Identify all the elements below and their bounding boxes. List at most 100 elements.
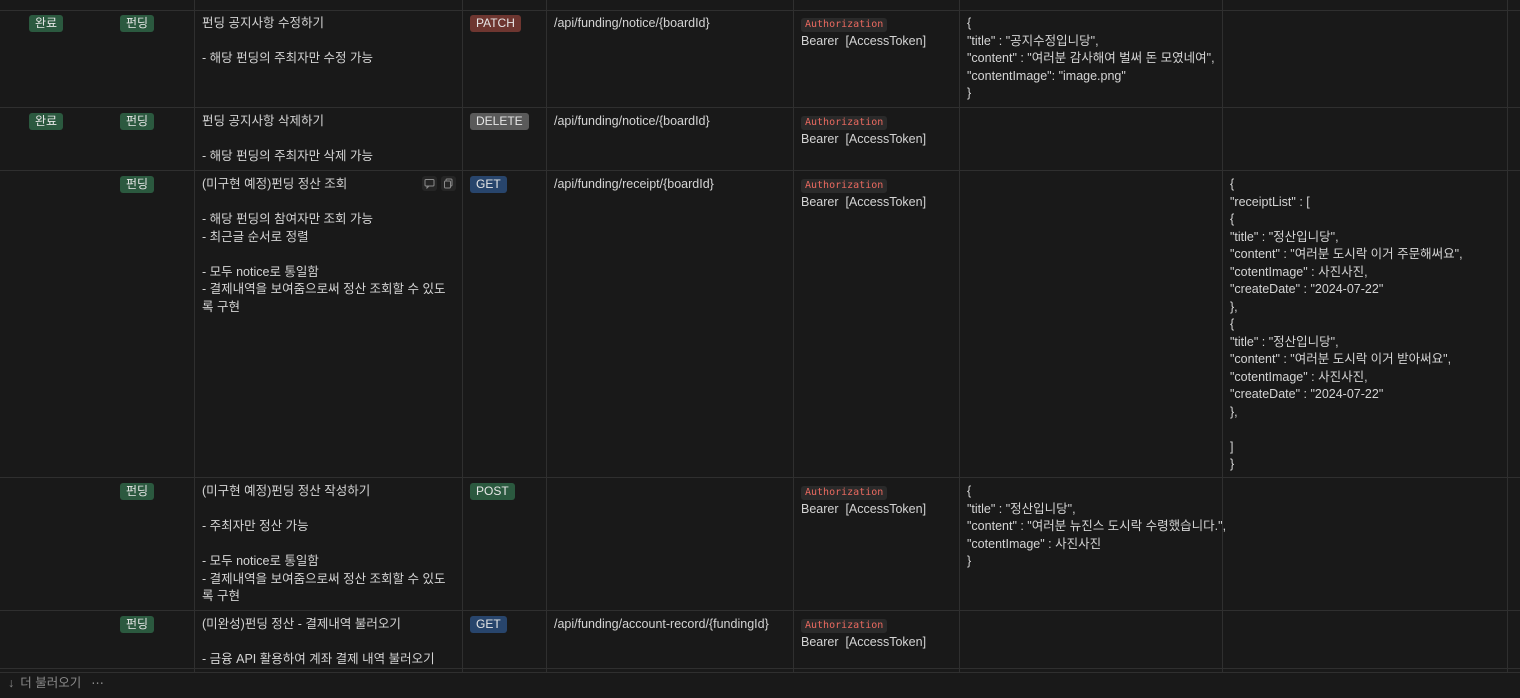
header-key: Authorization — [801, 486, 888, 500]
description-line — [202, 501, 455, 519]
status-badge: 완료 — [29, 15, 64, 32]
description-line: - 모두 notice로 통일함 — [202, 554, 319, 568]
request-body-cell[interactable]: {"title" : "공지수정입니당", "content" : "여러분 감사… — [960, 10, 1223, 107]
request-body-cell[interactable] — [960, 611, 1223, 672]
load-more-label[interactable]: 더 불러오기 — [20, 675, 81, 693]
status-badge: 완료 — [29, 113, 64, 130]
request-body-cell[interactable] — [960, 108, 1223, 170]
request-body-line: } — [967, 86, 972, 100]
response-body-cell[interactable]: {"receiptList" : [{"title" : "정산입니당", "co… — [1223, 171, 1508, 477]
header-key: Authorization — [801, 18, 888, 32]
description-line: (미구현 예정)펀딩 정산 작성하기 — [202, 484, 371, 498]
description-cell[interactable]: (미구현 예정)펀딩 정산 작성하기 - 주최자만 정산 가능 - 모두 notic… — [195, 478, 463, 610]
header-cell[interactable]: Authorization Bearer [AccessToken] — [794, 171, 960, 477]
row-end — [1508, 108, 1520, 170]
request-body-cell[interactable]: {"title" : "정산입니당", "content" : "여러분 뉴진스 … — [960, 478, 1226, 610]
description-cell[interactable]: (미구현 예정)펀딩 정산 조회 - 해당 펀딩의 참여자만 조회 가능 - 최근글… — [195, 171, 463, 477]
request-body-line: { — [967, 484, 972, 498]
header-value: Bearer [AccessToken] — [801, 634, 927, 649]
header-cell[interactable]: Authorization Bearer [AccessToken] — [794, 10, 960, 107]
endpoint-url: /api/funding/account-record/{fundingId} — [554, 617, 769, 631]
method-cell[interactable]: GET — [463, 611, 547, 672]
response-body-line: "title" : "정산입니당", — [1230, 229, 1339, 244]
header-key: Authorization — [801, 619, 888, 633]
response-body-cell[interactable] — [1223, 478, 1508, 610]
url-cell[interactable]: /api/funding/account-record/{fundingId} — [547, 611, 794, 672]
header-key: Authorization — [801, 116, 888, 130]
copy-icon[interactable] — [441, 176, 456, 191]
description-line: - 결제내역을 보여줌으로써 정산 조회할 수 있도록 구현 — [202, 571, 446, 604]
table-row: 완료 펀딩 펀딩 공지사항 삭제하기 - 해당 펀딩의 주최자만 삭제 가능 DELET… — [0, 108, 1520, 171]
category-badge: 펀딩 — [120, 616, 155, 633]
status-cell[interactable] — [0, 611, 113, 672]
status-cell[interactable]: 완료 — [0, 10, 113, 107]
cell-edge — [113, 0, 195, 10]
table-row: 펀딩 (미구현 예정)펀딩 정산 작성하기 - 주최자만 정산 가능 - 모두 not… — [0, 478, 1520, 611]
description-line: - 해당 펀딩의 주최자만 수정 가능 — [202, 51, 374, 65]
status-cell[interactable]: 완료 — [0, 108, 113, 170]
category-cell[interactable]: 펀딩 — [113, 10, 195, 107]
url-cell[interactable]: /api/funding/notice/{boardId} — [547, 10, 794, 107]
response-body-line: ] — [1230, 439, 1234, 454]
method-badge: GET — [470, 176, 507, 193]
response-body-line: { — [1230, 317, 1235, 331]
description-line: - 해당 펀딩의 참여자만 조회 가능 — [202, 212, 374, 226]
method-cell[interactable]: PATCH — [463, 10, 547, 107]
api-spec-table: 완료 펀딩 펀딩 공지사항 수정하기 - 해당 펀딩의 주최자만 수정 가능 PATCH… — [0, 10, 1520, 673]
url-cell[interactable]: /api/funding/receipt/{boardId} — [547, 171, 794, 477]
response-body-cell[interactable] — [1223, 611, 1508, 672]
response-body-line: "cotentImage" : 사진사진, — [1230, 264, 1368, 279]
description-line: - 해당 펀딩의 주최자만 삭제 가능 — [202, 149, 374, 163]
arrow-down-icon: ↓ — [8, 675, 15, 690]
comment-icon[interactable] — [422, 176, 437, 191]
url-cell[interactable]: /api/funding/notice/{boardId} — [547, 108, 794, 170]
status-cell[interactable] — [0, 478, 113, 610]
description-line — [202, 194, 455, 212]
request-body-line: } — [967, 554, 972, 568]
header-value: Bearer [AccessToken] — [801, 501, 927, 516]
category-cell[interactable]: 펀딩 — [113, 108, 195, 170]
request-body-line: "contentImage": "image.png" — [967, 68, 1126, 83]
description-cell[interactable]: (미완성)펀딩 정산 - 결제내역 불러오기 - 금융 API 활용하여 계좌 결… — [195, 611, 463, 672]
header-value: Bearer [AccessToken] — [801, 194, 927, 209]
category-cell[interactable]: 펀딩 — [113, 611, 195, 672]
response-body-cell[interactable] — [1223, 10, 1508, 107]
response-body-cell[interactable] — [1223, 108, 1508, 170]
method-cell[interactable]: DELETE — [463, 108, 547, 170]
table-row: 펀딩 (미완성)펀딩 정산 - 결제내역 불러오기 - 금융 API 활용하여 계좌… — [0, 611, 1520, 673]
response-body-line: "createDate" : "2024-07-22" — [1230, 282, 1384, 296]
method-cell[interactable]: POST — [463, 478, 547, 610]
description-line: - 모두 notice로 통일함 — [202, 264, 319, 279]
header-cell[interactable]: Authorization Bearer [AccessToken] — [794, 611, 960, 672]
category-cell[interactable]: 펀딩 — [113, 478, 195, 610]
description-line: (미구현 예정)펀딩 정산 조회 — [202, 177, 348, 191]
request-body-line: "title" : "공지수정입니당", — [967, 33, 1099, 48]
request-body-line: { — [967, 16, 972, 30]
method-badge: PATCH — [470, 15, 521, 32]
category-cell[interactable]: 펀딩 — [113, 171, 195, 477]
endpoint-url: /api/funding/notice/{boardId} — [554, 114, 710, 128]
status-cell[interactable] — [0, 171, 113, 477]
description-line — [202, 536, 455, 554]
response-body-line: "content" : "여러분 도시락 이거 주문해써요", — [1230, 247, 1463, 261]
description-line — [202, 634, 455, 652]
row-end — [1508, 478, 1520, 610]
header-cell[interactable]: Authorization Bearer [AccessToken] — [794, 108, 960, 170]
description-cell[interactable]: 펀딩 공지사항 삭제하기 - 해당 펀딩의 주최자만 삭제 가능 — [195, 108, 463, 170]
description-line: - 주최자만 정산 가능 — [202, 519, 309, 533]
header-key: Authorization — [801, 179, 888, 193]
response-body-line: }, — [1230, 299, 1238, 314]
response-body-line: "cotentImage" : 사진사진, — [1230, 369, 1368, 384]
url-cell[interactable] — [547, 478, 794, 610]
table-row: 완료 펀딩 펀딩 공지사항 수정하기 - 해당 펀딩의 주최자만 수정 가능 PATCH… — [0, 10, 1520, 108]
method-cell[interactable]: GET — [463, 171, 547, 477]
response-body-line: "createDate" : "2024-07-22" — [1230, 387, 1384, 401]
header-cell[interactable]: Authorization Bearer [AccessToken] — [794, 478, 960, 610]
request-body-cell[interactable] — [960, 171, 1223, 477]
load-more-bar[interactable]: ↓ 더 불러오기 ⋯ — [0, 668, 1520, 698]
description-cell[interactable]: 펀딩 공지사항 수정하기 - 해당 펀딩의 주최자만 수정 가능 — [195, 10, 463, 107]
method-badge: GET — [470, 616, 507, 633]
row-end — [1508, 10, 1520, 107]
more-options-icon[interactable]: ⋯ — [91, 675, 104, 693]
response-body-line: "title" : "정산입니당", — [1230, 334, 1339, 349]
